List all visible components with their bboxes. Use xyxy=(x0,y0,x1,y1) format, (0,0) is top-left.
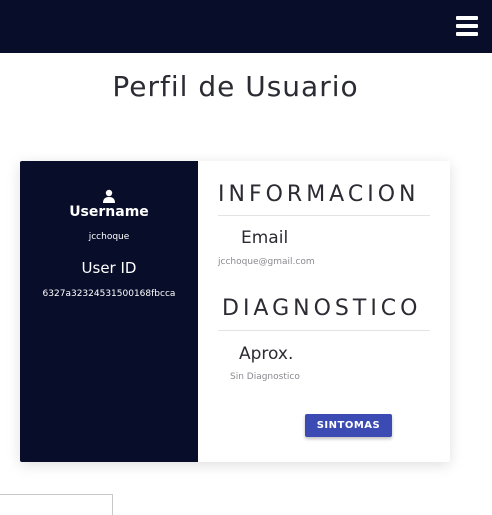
userid-label: User ID xyxy=(81,259,137,277)
diagnostico-divider xyxy=(218,330,430,331)
bottom-left-panel xyxy=(0,494,113,515)
user-icon xyxy=(103,189,115,203)
informacion-divider xyxy=(218,215,430,216)
aprox-value: Sin Diagnostico xyxy=(230,372,300,382)
aprox-label: Aprox. xyxy=(239,344,294,364)
email-value: jcchoque@gmail.com xyxy=(218,257,315,267)
profile-card: Username jcchoque User ID 6327a323245315… xyxy=(20,161,450,462)
user-summary-panel: Username jcchoque User ID 6327a323245315… xyxy=(20,161,198,462)
email-label: Email xyxy=(241,228,289,248)
user-details-panel: INFORMACION Email jcchoque@gmail.com DIA… xyxy=(198,161,450,462)
informacion-heading: INFORMACION xyxy=(218,182,420,207)
page-title: Perfil de Usuario xyxy=(112,70,359,103)
username-value: jcchoque xyxy=(88,232,130,242)
diagnostico-heading: DIAGNOSTICO xyxy=(222,296,422,321)
top-navbar xyxy=(0,0,492,53)
userid-value: 6327a32324531500168fbcca xyxy=(42,289,176,299)
sintomas-button[interactable]: SINTOMAS xyxy=(305,414,392,437)
username-label: Username xyxy=(69,204,149,220)
hamburger-menu-icon[interactable] xyxy=(456,16,478,36)
